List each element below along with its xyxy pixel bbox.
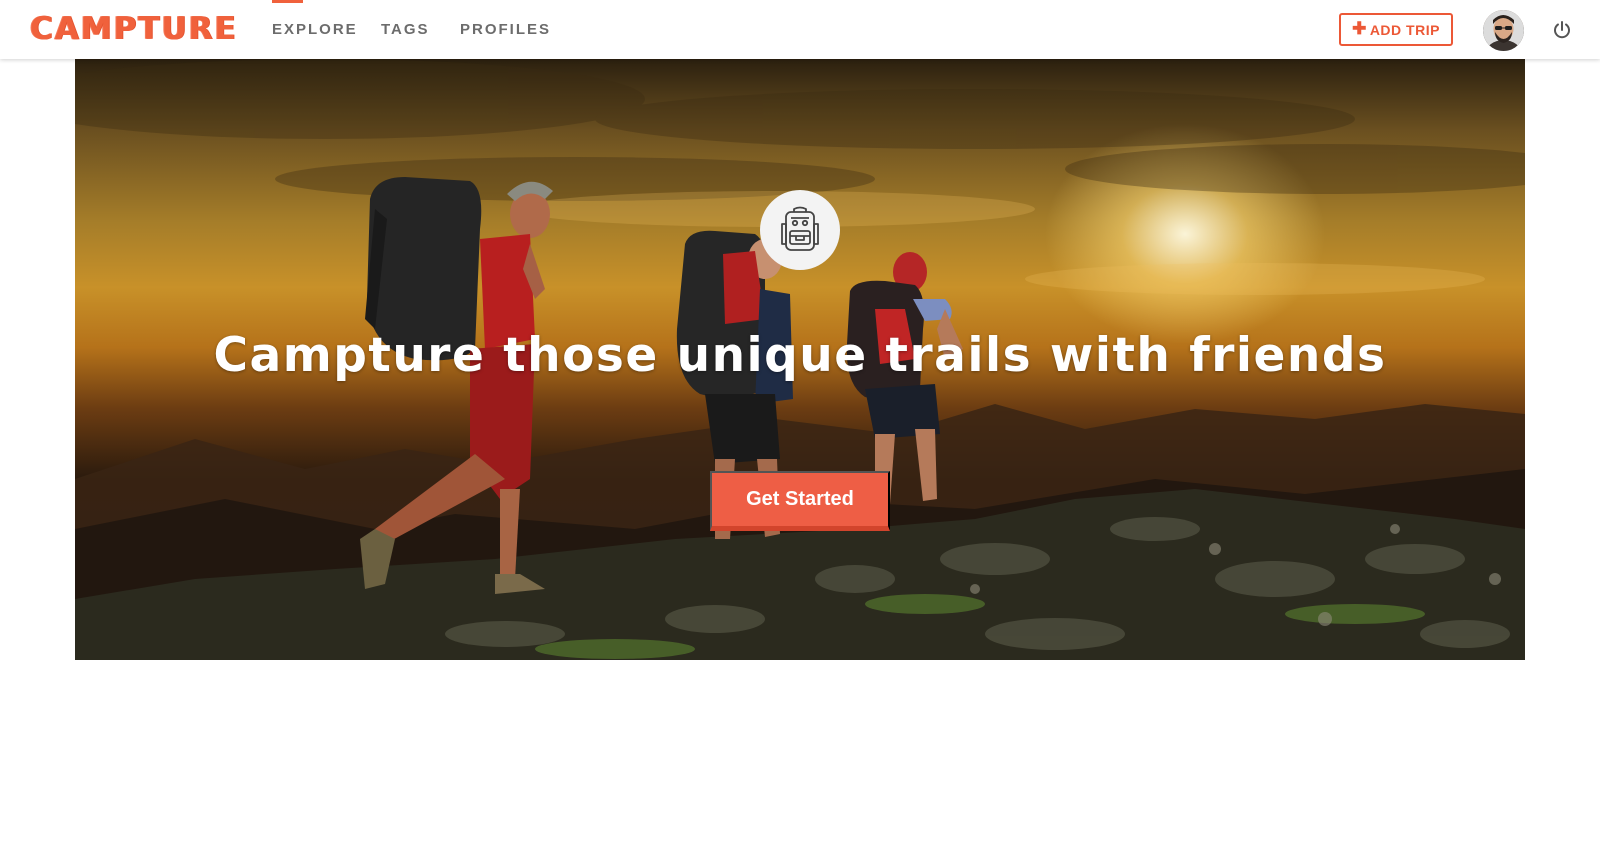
nav-tags[interactable]: TAGS bbox=[381, 0, 430, 59]
top-navbar: CAMPTURE EXPLORE TAGS PROFILES ✚ ADD TRI… bbox=[0, 0, 1600, 59]
plus-icon: ✚ bbox=[1352, 19, 1367, 38]
campture-logo[interactable]: CAMPTURE bbox=[30, 9, 238, 49]
get-started-button[interactable]: Get Started bbox=[710, 471, 890, 531]
user-avatar[interactable] bbox=[1483, 10, 1524, 51]
backpack-icon bbox=[760, 190, 840, 270]
add-trip-button[interactable]: ✚ ADD TRIP bbox=[1339, 13, 1453, 46]
nav-explore[interactable]: EXPLORE bbox=[272, 0, 358, 59]
power-icon[interactable] bbox=[1551, 19, 1573, 41]
hero-title: Campture those unique trails with friend… bbox=[213, 328, 1387, 383]
avatar-image bbox=[1483, 10, 1524, 51]
add-trip-label: ADD TRIP bbox=[1369, 21, 1440, 38]
nav-profiles[interactable]: PROFILES bbox=[460, 0, 551, 59]
hero-banner: Campture those unique trails with friend… bbox=[75, 59, 1525, 660]
